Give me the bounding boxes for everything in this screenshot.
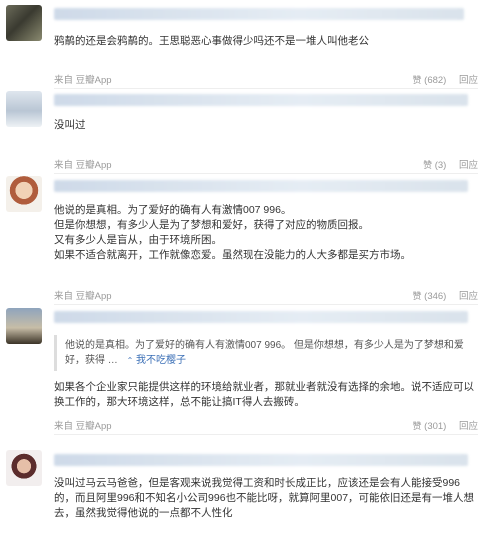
comment-text: 没叫过 <box>54 119 86 131</box>
quoted-text: 他说的是真相。为了爱好的确有人有激情007 996。 但是你想想，有多少人是为了… <box>65 340 464 366</box>
thumbs-up-icon: 赞 <box>412 291 422 301</box>
thumbs-up-icon: 赞 <box>412 75 422 85</box>
comment-text: 没叫过马云马爸爸，但是客观来说我觉得工资和时长成正比，应该还是会有人能接受996… <box>54 477 475 519</box>
like-button[interactable]: 赞 (346) <box>413 291 447 302</box>
comment-source: 来自 豆瓣App <box>54 160 112 171</box>
comment-meta: 来自 豆瓣App 赞 (346) 回应 <box>54 288 478 302</box>
like-button[interactable]: 赞 (301) <box>413 421 447 432</box>
comment-source: 来自 豆瓣App <box>54 291 112 302</box>
reply-button[interactable]: 回应 <box>459 291 478 302</box>
comment-meta: 来自 豆瓣App 赞 (3) 回应 <box>54 157 478 171</box>
avatar[interactable] <box>6 91 42 127</box>
divider <box>54 173 478 174</box>
avatar[interactable] <box>6 450 42 486</box>
divider <box>54 304 478 305</box>
collapse-link[interactable]: ⌃ 我不吃樱子 <box>127 355 186 366</box>
thumbs-up-icon: 赞 <box>412 421 422 431</box>
divider <box>54 88 478 89</box>
comment-item: 鸦䴖的还是会鸦䴖的。王思聪恶心事做得少吗还不是一堆人叫他老公 来自 豆瓣App … <box>0 0 500 90</box>
like-button[interactable]: 赞 (3) <box>423 160 446 171</box>
username-redacted <box>54 180 468 192</box>
avatar[interactable] <box>6 5 42 41</box>
reply-button[interactable]: 回应 <box>459 160 478 171</box>
username-redacted <box>54 8 464 20</box>
comment-meta: 来自 豆瓣App 赞 (301) 回应 <box>54 418 478 432</box>
thumbs-up-icon: 赞 <box>423 160 433 170</box>
username-redacted <box>54 311 468 323</box>
avatar[interactable] <box>6 176 42 212</box>
comment-source: 来自 豆瓣App <box>54 421 112 432</box>
divider <box>54 434 478 435</box>
like-button[interactable]: 赞 (682) <box>413 75 447 86</box>
comment-text: 如果各个企业家只能提供这样的环境给就业者，那就业者就没有选择的余地。说不适应可以… <box>54 381 474 408</box>
reply-button[interactable]: 回应 <box>459 75 478 86</box>
chevron-up-icon: ⌃ <box>126 356 134 365</box>
comment-source: 来自 豆瓣App <box>54 75 112 86</box>
comment-text: 鸦䴖的还是会鸦䴖的。王思聪恶心事做得少吗还不是一堆人叫他老公 <box>54 35 369 47</box>
comment-meta: 来自 豆瓣App 赞 (682) 回应 <box>54 72 478 86</box>
username-redacted <box>54 454 468 466</box>
quoted-comment: 他说的是真相。为了爱好的确有人有激情007 996。 但是你想想，有多少人是为了… <box>54 335 478 371</box>
reply-button[interactable]: 回应 <box>459 421 478 432</box>
avatar[interactable] <box>6 308 42 344</box>
comment-text: 他说的是真相。为了爱好的确有人有激情007 996。 但是你想想，有多少人是为了… <box>54 204 411 261</box>
username-redacted <box>54 94 468 106</box>
